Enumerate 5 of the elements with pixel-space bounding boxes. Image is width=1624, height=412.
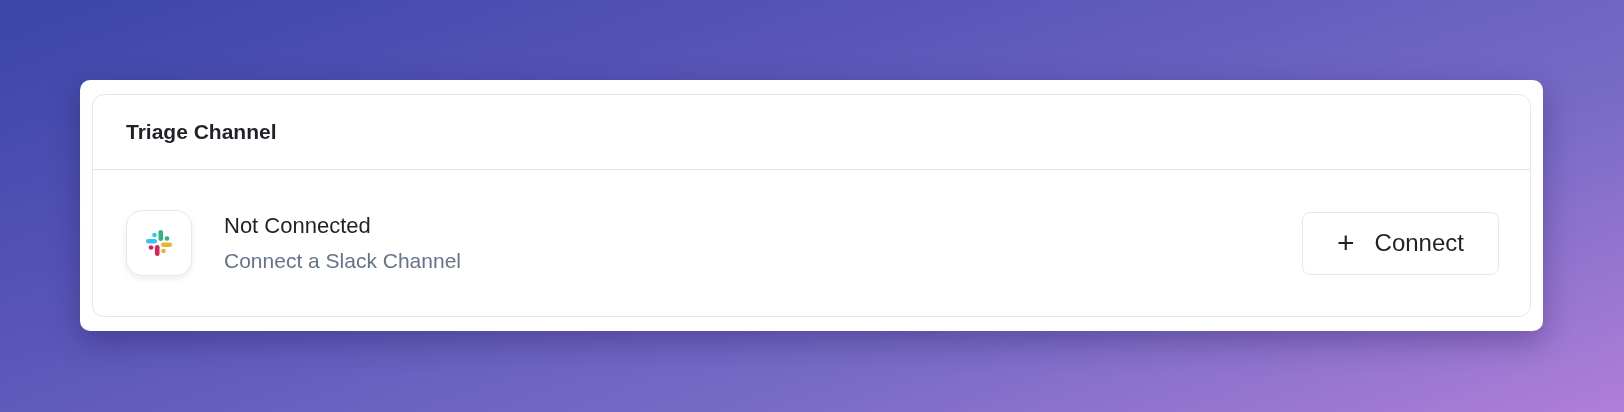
hash-logo-icon [146, 230, 172, 256]
connect-button[interactable]: + Connect [1302, 211, 1499, 275]
connection-description: Connect a Slack Channel [224, 249, 462, 273]
card-title: Triage Channel [126, 120, 277, 144]
connection-status: Not Connected [224, 213, 372, 239]
